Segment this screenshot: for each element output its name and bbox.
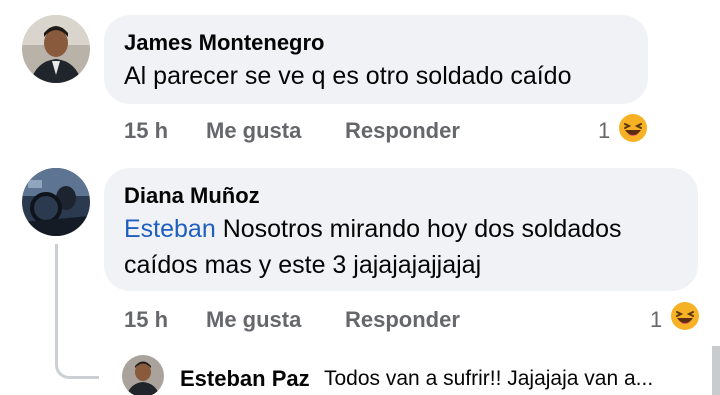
comment-text-line-2: caídos mas y este 3 jajajajajjajaj [124, 251, 482, 279]
comment-actions: 15 h Me gusta Responder [124, 307, 484, 335]
reaction-count[interactable]: 1 [598, 118, 610, 144]
commenter-avatar[interactable] [22, 168, 90, 236]
reply-preview[interactable]: Esteban Paz Todos van a sufrir!! Jajajaj… [180, 366, 700, 394]
comment-text: Nosotros mirando hoy dos soldados [215, 215, 622, 243]
laughing-emoji-icon[interactable] [618, 113, 648, 143]
comment-text: Al parecer se ve q es otro soldado caído [124, 62, 572, 90]
reply-thread-line [55, 244, 99, 379]
reply-button[interactable]: Responder [345, 307, 460, 333]
reply-text: Todos van a sufrir!! Jajajaja van a... [324, 367, 654, 390]
reaction-count[interactable]: 1 [650, 307, 662, 333]
comment-text-line-1: Esteban Nosotros mirando hoy dos soldado… [124, 211, 622, 248]
profile-photo-man-icon [122, 355, 164, 395]
comment-timestamp[interactable]: 15 h [124, 118, 168, 144]
comment-actions: 15 h Me gusta Responder [124, 118, 484, 146]
reply-button[interactable]: Responder [345, 118, 460, 144]
laughing-emoji-icon[interactable] [670, 301, 700, 331]
reply-author[interactable]: Esteban Paz [180, 366, 310, 392]
commenter-avatar[interactable] [22, 15, 90, 83]
profile-photo-man-icon [22, 15, 90, 83]
scrollbar[interactable] [712, 346, 720, 395]
comment-author[interactable]: Diana Muñoz [124, 183, 260, 209]
reply-avatar[interactable] [122, 355, 164, 395]
like-button[interactable]: Me gusta [206, 118, 301, 144]
comment-author[interactable]: James Montenegro [124, 30, 325, 56]
profile-photo-car-icon [22, 168, 90, 236]
mention-link[interactable]: Esteban [124, 215, 216, 243]
like-button[interactable]: Me gusta [206, 307, 301, 333]
comment-timestamp[interactable]: 15 h [124, 307, 168, 333]
